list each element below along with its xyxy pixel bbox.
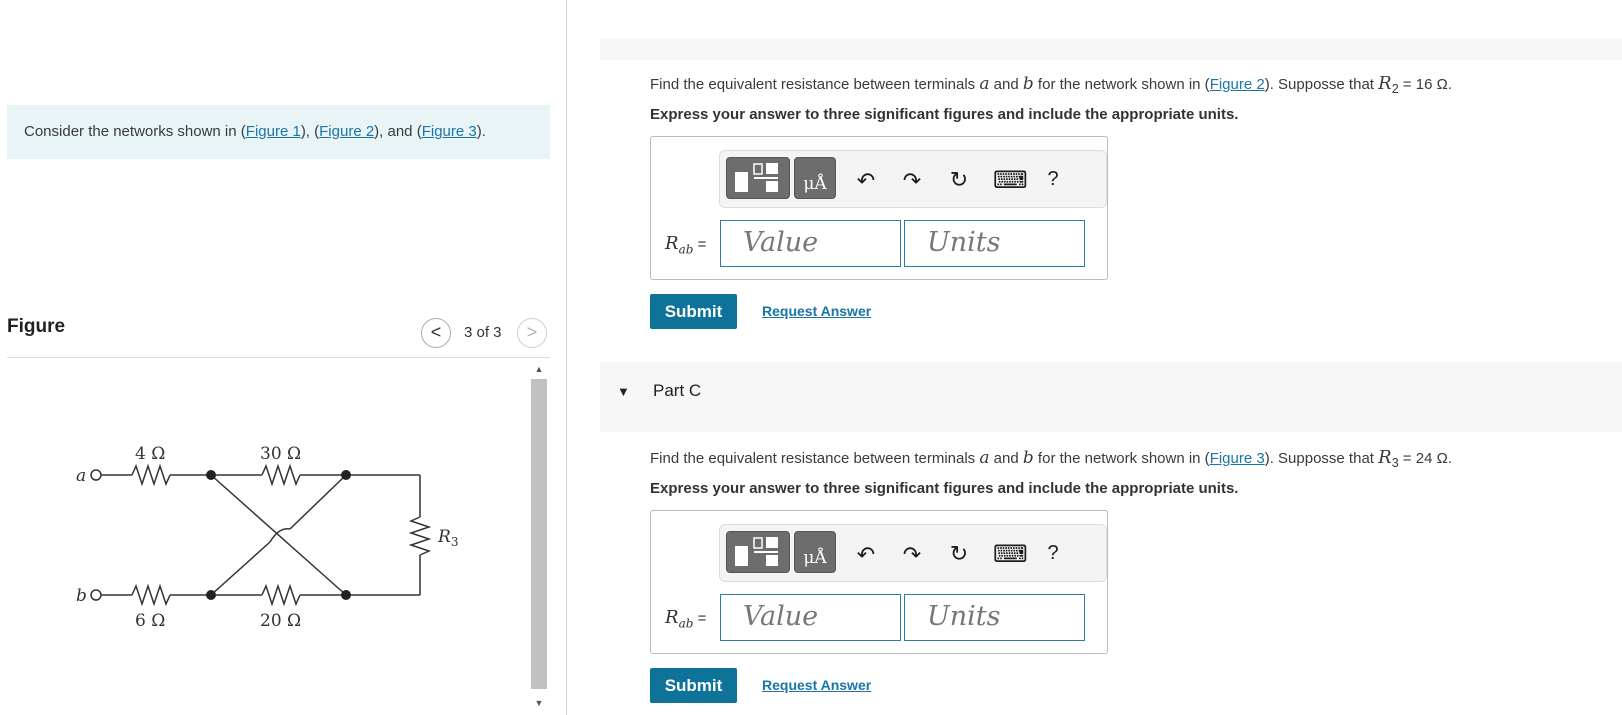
figure-counter: 3 of 3	[464, 324, 502, 341]
intro-sep: ), and (	[374, 123, 422, 140]
previous-figure-button[interactable]: <	[421, 318, 451, 348]
help-icon[interactable]: ?	[1040, 168, 1066, 191]
part-c-rab-label: Rab =	[665, 607, 707, 631]
intro-sep: ), (	[300, 123, 320, 140]
cross-wire	[289, 474, 347, 530]
part-c-units-input[interactable]: Units	[904, 594, 1085, 641]
label-4-ohm: 4 Ω	[135, 444, 165, 464]
scroll-up-arrow-icon[interactable]: ▲	[532, 362, 546, 376]
resistor-20-ohm	[261, 583, 301, 607]
circuit-figure: a b 4 Ω 30 Ω 6 Ω 20 Ω R3	[76, 444, 458, 631]
terminal-a-label: a	[76, 466, 86, 486]
part-b-value-input[interactable]: Value	[720, 220, 901, 267]
redo-icon[interactable]: ↷	[899, 168, 925, 194]
figure-3-link[interactable]: Figure 3	[422, 123, 477, 140]
pane-divider	[566, 0, 567, 715]
terminal-b-label: b	[76, 586, 87, 606]
figure-2-link[interactable]: Figure 2	[319, 123, 374, 140]
part-b-request-answer-link[interactable]: Request Answer	[762, 303, 871, 319]
chevron-right-icon: >	[526, 322, 538, 342]
part-c-value-input[interactable]: Value	[720, 594, 901, 641]
resistor-30-ohm	[261, 463, 301, 487]
figure-3-link[interactable]: Figure 3	[1210, 450, 1265, 467]
caret-down-icon[interactable]: ▼	[617, 384, 630, 399]
part-b-rab-label: Rab =	[665, 233, 707, 257]
terminal-a-node	[90, 469, 102, 481]
label-30-ohm: 30 Ω	[260, 444, 301, 464]
junction-node	[206, 470, 216, 480]
cross-wire	[210, 541, 271, 596]
template-icon[interactable]	[726, 531, 790, 573]
figure-2-link[interactable]: Figure 2	[1210, 76, 1265, 93]
units-icon[interactable]: μÅ	[794, 157, 836, 199]
part-b-instructions: Express your answer to three significant…	[650, 106, 1239, 123]
part-c-instructions: Express your answer to three significant…	[650, 480, 1239, 497]
figure-divider	[7, 357, 550, 358]
junction-node	[206, 590, 216, 600]
label-6-ohm: 6 Ω	[135, 611, 165, 631]
template-icon[interactable]	[726, 157, 790, 199]
part-c-label[interactable]: Part C	[653, 381, 701, 401]
junction-node	[341, 590, 351, 600]
label-20-ohm: 20 Ω	[260, 611, 301, 631]
undo-icon[interactable]: ↶	[853, 542, 879, 568]
figure-1-link[interactable]: Figure 1	[246, 123, 301, 140]
part-b-submit-button[interactable]: Submit	[650, 294, 737, 329]
terminal-b-node	[90, 589, 102, 601]
keyboard-icon[interactable]: ⌨	[993, 540, 1028, 569]
next-figure-button[interactable]: >	[517, 318, 547, 348]
part-c-question: Find the equivalent resistance between t…	[650, 447, 1452, 470]
reset-icon[interactable]: ↻	[946, 167, 972, 193]
part-c-submit-button[interactable]: Submit	[650, 668, 737, 703]
part-c-header[interactable]	[600, 362, 1622, 432]
reset-icon[interactable]: ↻	[946, 541, 972, 567]
undo-icon[interactable]: ↶	[853, 168, 879, 194]
units-icon[interactable]: μÅ	[794, 531, 836, 573]
resistor-6-ohm	[131, 583, 171, 607]
junction-node	[341, 470, 351, 480]
part-b-units-input[interactable]: Units	[904, 220, 1085, 267]
part-b-header-band	[600, 38, 1622, 60]
chevron-left-icon: <	[430, 322, 442, 342]
figure-title: Figure	[7, 316, 66, 337]
help-icon[interactable]: ?	[1040, 542, 1066, 565]
label-r3: R3	[437, 527, 458, 549]
resistor-r3	[408, 516, 432, 556]
scroll-down-arrow-icon[interactable]: ▼	[532, 696, 546, 710]
scrollbar-thumb[interactable]	[531, 379, 547, 689]
redo-icon[interactable]: ↷	[899, 542, 925, 568]
intro-suffix: ).	[476, 123, 486, 140]
intro-text: Consider the networks shown in (Figure 1…	[7, 105, 550, 159]
keyboard-icon[interactable]: ⌨	[993, 166, 1028, 195]
part-c-request-answer-link[interactable]: Request Answer	[762, 677, 871, 693]
resistor-4-ohm	[131, 463, 171, 487]
intro-prefix: Consider the networks shown in (	[24, 123, 246, 140]
part-b-question: Find the equivalent resistance between t…	[650, 73, 1452, 96]
